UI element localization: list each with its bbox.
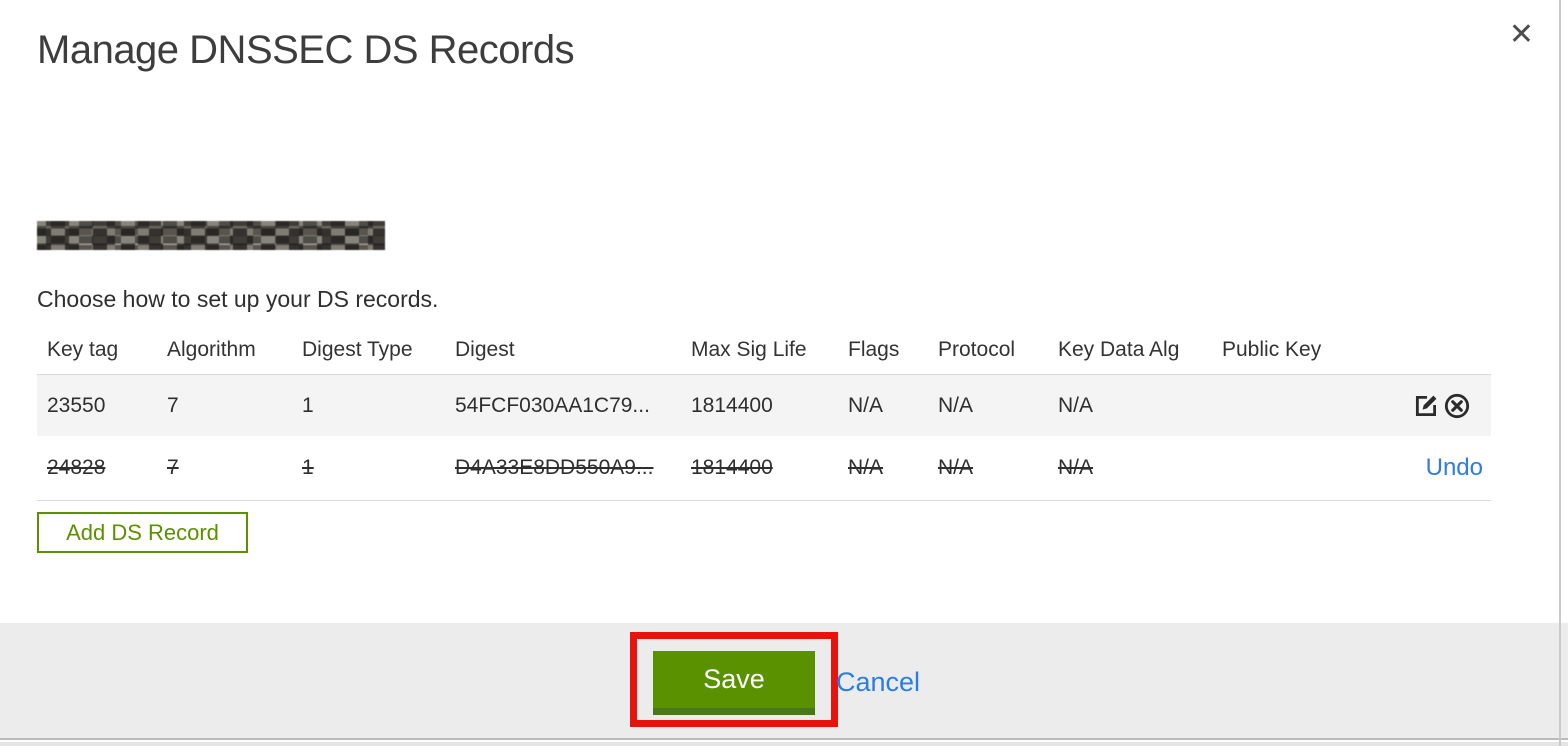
cell-digest-type: 1 bbox=[302, 456, 314, 479]
row-actions bbox=[1407, 392, 1491, 420]
edit-icon[interactable] bbox=[1413, 392, 1440, 419]
subtitle-text: Choose how to set up your DS records. bbox=[37, 286, 439, 312]
table-header-row: Key tag Algorithm Digest Type Digest Max… bbox=[37, 325, 1491, 375]
col-header-key-data-alg: Key Data Alg bbox=[1058, 337, 1180, 361]
page-title: Manage DNSSEC DS Records bbox=[37, 28, 575, 72]
cell-flags: N/A bbox=[848, 456, 884, 479]
cell-flags: N/A bbox=[848, 393, 884, 417]
ds-records-table: Key tag Algorithm Digest Type Digest Max… bbox=[37, 325, 1491, 501]
cell-digest-type: 1 bbox=[302, 393, 314, 417]
modal-footer: Save Cancel bbox=[0, 623, 1568, 740]
dnssec-modal: Manage DNSSEC DS Records ✕ Choose how to… bbox=[0, 0, 1568, 746]
col-header-digest: Digest bbox=[455, 337, 515, 361]
col-header-flags: Flags bbox=[848, 337, 900, 361]
row-actions: Undo bbox=[1407, 454, 1491, 482]
col-header-protocol: Protocol bbox=[938, 337, 1016, 361]
cell-protocol: N/A bbox=[938, 393, 974, 417]
cell-key-tag: 24828 bbox=[47, 456, 106, 479]
cell-algorithm: 7 bbox=[167, 456, 179, 479]
col-header-public-key: Public Key bbox=[1222, 337, 1322, 361]
cell-algorithm: 7 bbox=[167, 393, 179, 417]
cell-protocol: N/A bbox=[938, 456, 974, 479]
table-row: 23550 7 1 54FCF030AA1C79... 1814400 N/A … bbox=[37, 375, 1491, 436]
page-bottom-strip bbox=[0, 742, 1568, 746]
cell-max-sig-life: 1814400 bbox=[691, 393, 773, 417]
cell-digest: 54FCF030AA1C79... bbox=[455, 393, 650, 417]
cell-key-tag: 23550 bbox=[47, 393, 106, 417]
cell-key-data-alg: N/A bbox=[1058, 393, 1094, 417]
save-button[interactable]: Save bbox=[653, 651, 815, 715]
col-header-algorithm: Algorithm bbox=[167, 337, 256, 361]
window-edge-divider bbox=[1559, 0, 1561, 746]
cell-max-sig-life: 1814400 bbox=[691, 456, 773, 479]
table-row-deleted: 24828 7 1 D4A33E8DD550A9... 1814400 N/A … bbox=[37, 436, 1491, 501]
undo-link[interactable]: Undo bbox=[1426, 454, 1483, 482]
redacted-domain-name bbox=[37, 221, 385, 250]
close-icon[interactable]: ✕ bbox=[1509, 20, 1534, 50]
cell-key-data-alg: N/A bbox=[1058, 456, 1094, 479]
col-header-key-tag: Key tag bbox=[47, 337, 119, 361]
cell-digest: D4A33E8DD550A9... bbox=[455, 456, 654, 479]
add-ds-record-button[interactable]: Add DS Record bbox=[37, 512, 248, 553]
cancel-link[interactable]: Cancel bbox=[836, 667, 920, 698]
delete-icon[interactable] bbox=[1443, 392, 1471, 420]
col-header-digest-type: Digest Type bbox=[302, 337, 413, 361]
col-header-max-sig-life: Max Sig Life bbox=[691, 337, 807, 361]
